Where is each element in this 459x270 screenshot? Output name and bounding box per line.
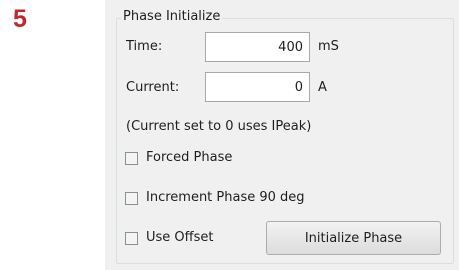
initialize-phase-button[interactable]: Initialize Phase (266, 221, 441, 255)
forced-phase-label: Forced Phase (146, 150, 233, 165)
groupbox-title: Phase Initialize (121, 9, 223, 24)
use-offset-label: Use Offset (146, 230, 214, 245)
time-unit: mS (318, 39, 339, 54)
increment-phase-label: Increment Phase 90 deg (146, 190, 305, 205)
forced-phase-checkbox[interactable] (125, 152, 138, 165)
current-unit: A (318, 80, 327, 95)
time-input[interactable] (205, 32, 310, 62)
current-label: Current: (126, 80, 180, 95)
use-offset-checkbox[interactable] (125, 232, 138, 245)
step-number: 5 (13, 5, 27, 33)
current-note: (Current set to 0 uses IPeak) (126, 119, 312, 134)
time-label: Time: (126, 39, 163, 54)
current-input[interactable] (205, 72, 310, 102)
increment-phase-checkbox[interactable] (125, 192, 138, 205)
